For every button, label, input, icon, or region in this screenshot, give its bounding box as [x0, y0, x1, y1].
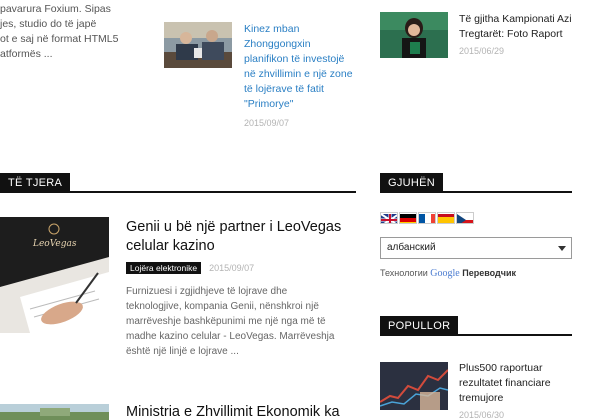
- middle-article-thumbnail[interactable]: [164, 22, 232, 68]
- title-line[interactable]: rezultatet financiare: [459, 376, 589, 391]
- languages-section-label: GJUHËN: [380, 173, 444, 193]
- leovegas-contract-photo: [0, 217, 109, 333]
- title-line[interactable]: të lojërave të fatit: [244, 82, 364, 97]
- chevron-down-icon: [558, 246, 566, 251]
- main-article-meta: Lojëra elektronike 2015/09/07: [126, 261, 254, 274]
- others-section-label: TË TJERA: [0, 173, 71, 193]
- language-flags: [380, 212, 474, 224]
- translator-prefix: Технологии: [380, 268, 428, 278]
- languages-section-header: GJUHËN: [380, 173, 572, 193]
- right-article-thumbnail[interactable]: [380, 12, 448, 58]
- czech-flag-icon[interactable]: [456, 212, 474, 224]
- google-translate-attribution: Технологии Google Переводчик: [380, 267, 516, 280]
- excerpt-line: madhe kazino celular - LeoVegas. Marrëve…: [126, 331, 335, 342]
- selected-language: албанский: [387, 242, 436, 253]
- language-select[interactable]: албанский: [380, 237, 572, 259]
- woman-photo: [380, 12, 448, 58]
- google-logo-text[interactable]: Google: [430, 268, 459, 279]
- title-line[interactable]: në zhvillimin e një zone: [244, 67, 364, 82]
- snippet-line: atformës ...: [0, 48, 53, 60]
- snippet-line: jes, studio do të japë: [0, 18, 97, 30]
- popular-section-label: POPULLOR: [380, 316, 459, 336]
- left-article-snippet: pavarura Foxium. Sipas jes, studio do të…: [0, 2, 150, 62]
- title-line[interactable]: planifikon të investojë: [244, 52, 364, 67]
- excerpt-line: teknologjive, kompania Genii, nënshkroi …: [126, 301, 319, 312]
- financial-chart-photo: [380, 362, 448, 410]
- excerpt-line: Furnizuesi i zgjidhjeve të lojrave dhe: [126, 286, 288, 297]
- title-line[interactable]: Të gjitha Kampionati Azi: [459, 12, 600, 27]
- right-article-date: 2015/06/29: [459, 46, 505, 56]
- popular-item-thumbnail[interactable]: [380, 362, 448, 410]
- main-article-excerpt: Furnizuesi i zgjidhjeve të lojrave dhe t…: [126, 284, 358, 359]
- title-line[interactable]: Kinez mban: [244, 22, 364, 37]
- snippet-line: ot e saj në format HTML5: [0, 33, 119, 45]
- popular-item-title[interactable]: Plus500 raportuar rezultatet financiare …: [459, 361, 589, 406]
- title-line[interactable]: Tregtarët: Foto Raport: [459, 27, 600, 42]
- main-article-date: 2015/09/07: [209, 262, 255, 273]
- category-badge[interactable]: Lojëra elektronike: [126, 261, 202, 274]
- excerpt-line: marrëveshje bashkëpunimi me një nga më t…: [126, 316, 326, 327]
- landscape-photo: [0, 404, 109, 420]
- french-flag-icon[interactable]: [418, 212, 436, 224]
- snippet-line: pavarura Foxium. Sipas: [0, 3, 111, 15]
- popular-section-header: POPULLOR: [380, 316, 572, 336]
- title-line[interactable]: Plus500 raportuar: [459, 361, 589, 376]
- title-line[interactable]: celular kazino: [126, 237, 358, 256]
- middle-article-title[interactable]: Kinez mban Zhonggongxin planifikon të in…: [244, 22, 364, 112]
- second-article-title[interactable]: Ministria e Zhvillimit Ekonomik ka: [126, 403, 358, 420]
- main-article-title[interactable]: Genii u bë një partner i LeoVegas celula…: [126, 218, 358, 256]
- middle-article-date: 2015/09/07: [244, 118, 290, 128]
- spanish-flag-icon[interactable]: [437, 212, 455, 224]
- others-section-header: TË TJERA: [0, 173, 356, 193]
- main-article-image[interactable]: [0, 217, 109, 333]
- second-article-image[interactable]: [0, 404, 109, 420]
- meeting-photo: [164, 22, 232, 68]
- translator-link[interactable]: Переводчик: [462, 268, 516, 278]
- main-article-image-brand: LeoVegas: [33, 239, 77, 249]
- english-flag-icon[interactable]: [380, 212, 398, 224]
- popular-item-date: 2015/06/30: [459, 410, 505, 420]
- title-line[interactable]: "Primorye": [244, 97, 364, 112]
- excerpt-line: është një linjë e lojrave ...: [126, 346, 239, 357]
- title-line[interactable]: tremujore: [459, 391, 589, 406]
- german-flag-icon[interactable]: [399, 212, 417, 224]
- title-line[interactable]: Genii u bë një partner i LeoVegas: [126, 218, 358, 237]
- title-line[interactable]: Zhonggongxin: [244, 37, 364, 52]
- right-article-title[interactable]: Të gjitha Kampionati Azi Tregtarët: Foto…: [459, 12, 600, 42]
